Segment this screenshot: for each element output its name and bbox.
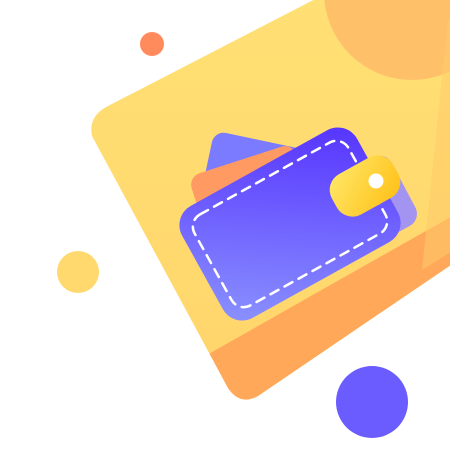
decorative-dot-purple (336, 366, 408, 438)
wallet-clasp-button (368, 173, 384, 189)
decorative-dot-orange (140, 32, 164, 56)
decorative-dot-yellow (57, 251, 99, 293)
wallet-scene-svg (57, 0, 450, 438)
wallet-illustration (0, 0, 450, 450)
